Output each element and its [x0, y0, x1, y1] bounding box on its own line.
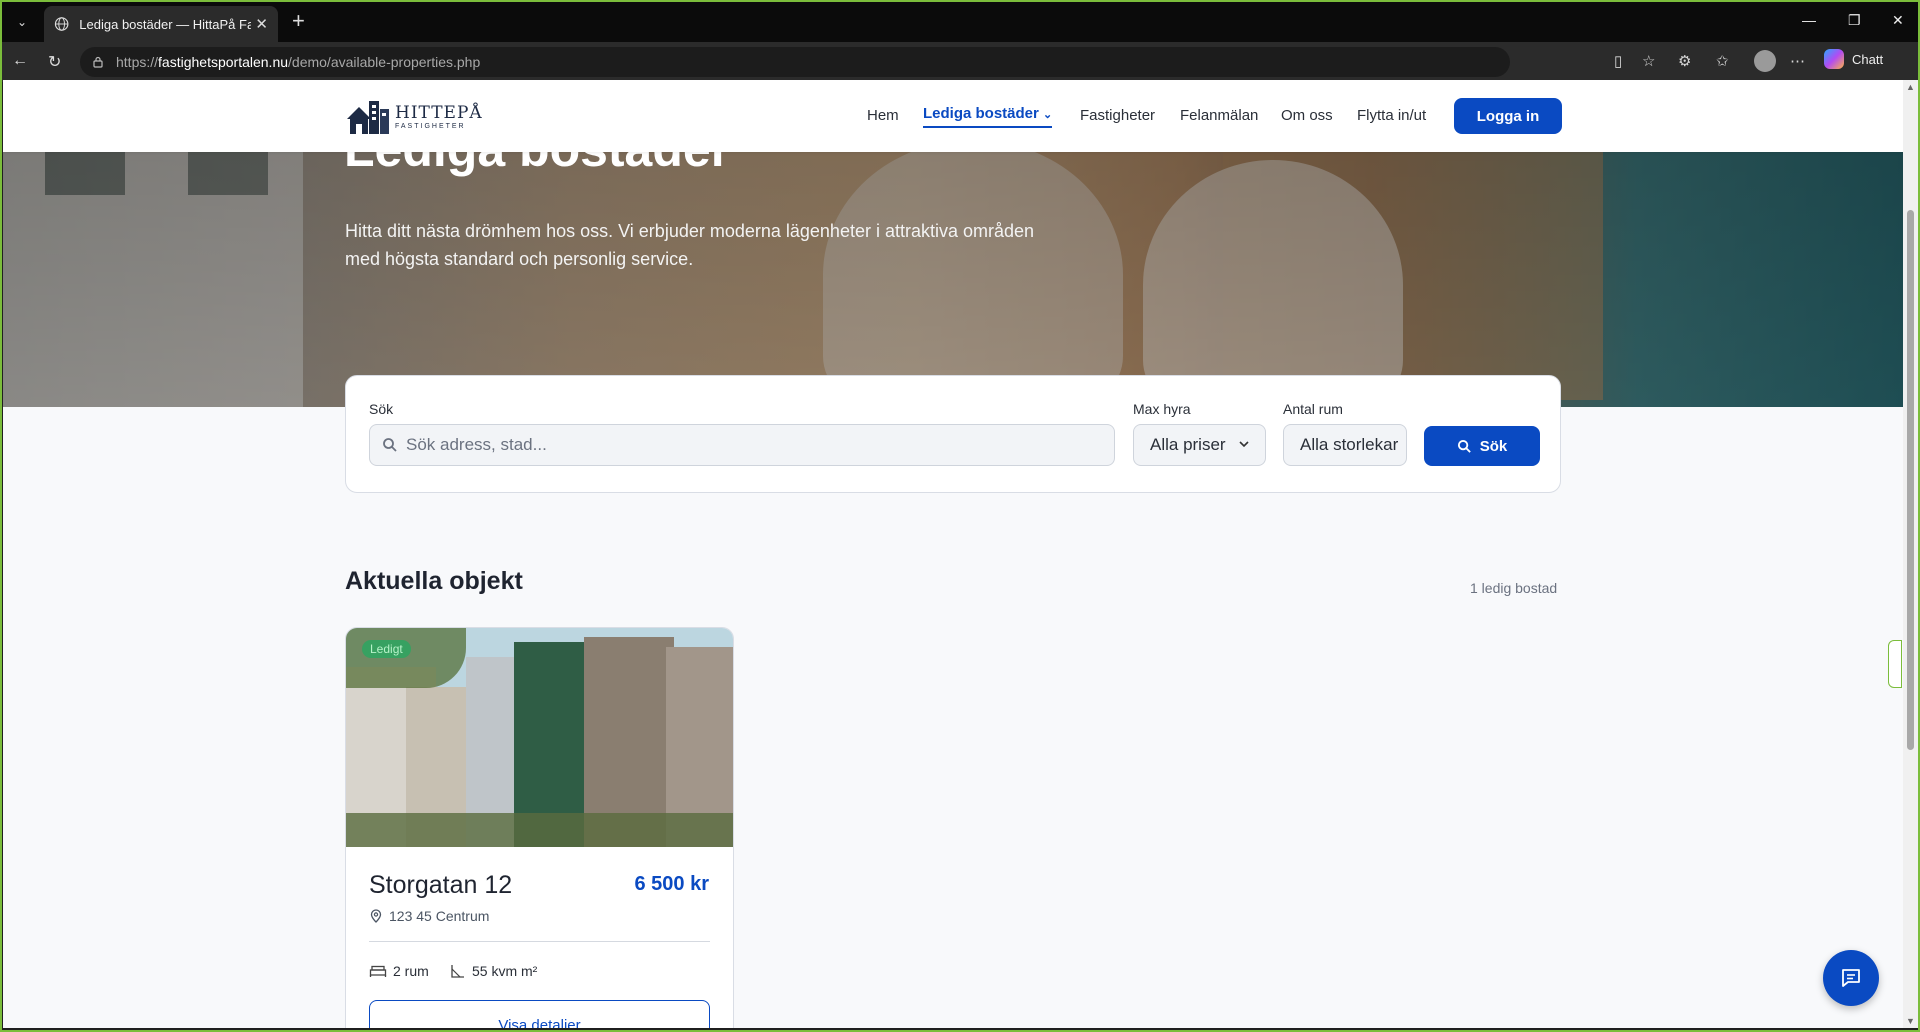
- chevron-down-icon: ⌄: [1043, 109, 1053, 121]
- view-details-button[interactable]: Visa detaljer: [369, 1000, 710, 1028]
- tab-list-chevron-icon[interactable]: ⌄: [10, 10, 34, 34]
- brand-name: HITTEPÅ: [395, 102, 483, 123]
- tab-bar: ⌄ Lediga bostäder — HittaPå Fastigheter …: [2, 2, 1918, 42]
- scroll-up-icon[interactable]: ▲: [1906, 82, 1915, 92]
- reading-view-icon[interactable]: ▯: [1614, 52, 1622, 70]
- browser-tab-active[interactable]: Lediga bostäder — HittaPå Fastigheter ✕: [44, 6, 278, 42]
- nav-move-in-out[interactable]: Flytta in/ut: [1357, 107, 1426, 124]
- property-area: 55 kvm m²: [450, 963, 537, 979]
- status-badge: Ledigt: [362, 640, 411, 658]
- page-viewport: Lediga bostäder Hitta ditt nästa drömhem…: [3, 80, 1903, 1028]
- nav-available-homes[interactable]: Lediga bostäder ⌄: [923, 105, 1053, 128]
- rooms-select[interactable]: Alla storlekar: [1283, 424, 1407, 466]
- window-close-icon[interactable]: ✕: [1892, 12, 1904, 29]
- brand-subtitle: FASTIGHETER: [395, 122, 466, 130]
- nav-properties[interactable]: Fastigheter: [1080, 107, 1155, 124]
- back-arrow-icon[interactable]: ←: [12, 52, 28, 70]
- search-label: Sök: [369, 401, 394, 417]
- site-header: HITTEPÅ FASTIGHETER Hem Lediga bostäder …: [3, 80, 1903, 152]
- extensions-icon[interactable]: ⚙: [1678, 52, 1691, 70]
- more-menu-icon[interactable]: ⋯: [1790, 52, 1805, 70]
- favorites-icon[interactable]: ✩: [1716, 52, 1729, 70]
- url-bar[interactable]: https://fastighetsportalen.nu/demo/avail…: [80, 47, 1510, 77]
- scroll-down-icon[interactable]: ▼: [1906, 1016, 1915, 1026]
- tab-close-icon[interactable]: ✕: [255, 15, 268, 33]
- nav-about-us[interactable]: Om oss: [1281, 107, 1333, 124]
- reload-icon[interactable]: ↻: [48, 52, 61, 72]
- address-toolbar: ← ↻ https://fastighetsportalen.nu/demo/a…: [2, 42, 1918, 82]
- property-address: 123 45 Centrum: [369, 908, 489, 924]
- copilot-icon: [1824, 49, 1844, 69]
- property-card[interactable]: Ledigt Storgatan 12 6 500 kr 123 45 Cent…: [345, 627, 734, 1028]
- restore-icon[interactable]: ❐: [1848, 12, 1861, 29]
- max-rent-select[interactable]: Alla priser: [1133, 424, 1266, 466]
- nav-fault-report[interactable]: Felanmälan: [1180, 107, 1258, 124]
- chat-bubble-icon: [1842, 969, 1860, 987]
- property-rooms-text: 2 rum: [393, 963, 429, 979]
- hero-subtitle: Hitta ditt nästa drömhem hos oss. Vi erb…: [345, 221, 1035, 269]
- max-rent-value: Alla priser: [1150, 435, 1226, 454]
- search-button[interactable]: Sök: [1424, 426, 1540, 466]
- chevron-down-icon: [1239, 441, 1249, 448]
- search-filter-card: Sök Sök adress, stad... Max hyra Alla pr…: [345, 375, 1561, 493]
- search-input[interactable]: Sök adress, stad...: [369, 424, 1115, 466]
- copilot-button[interactable]: Chatt: [1824, 49, 1883, 69]
- search-button-label: Sök: [1479, 437, 1508, 455]
- search-placeholder: Sök adress, stad...: [406, 435, 547, 454]
- favorite-star-icon[interactable]: ☆: [1642, 52, 1655, 70]
- sidebar-widget-tab[interactable]: [1888, 640, 1902, 688]
- nav-home[interactable]: Hem: [867, 107, 899, 124]
- property-area-text: 55 kvm m²: [472, 963, 538, 979]
- chat-button[interactable]: [1823, 950, 1879, 1006]
- location-pin-icon: [370, 909, 382, 923]
- ruler-area-icon: [451, 965, 464, 978]
- bed-icon: [369, 965, 387, 977]
- rooms-value: Alla storlekar: [1300, 435, 1399, 454]
- building-logo-icon: [347, 101, 389, 134]
- scrollbar-thumb[interactable]: [1907, 210, 1914, 750]
- card-divider: [369, 941, 710, 942]
- property-photo: Ledigt: [346, 628, 733, 847]
- copilot-label: Chatt: [1852, 51, 1884, 67]
- listing-count: 1 ledig bostad: [1470, 580, 1558, 596]
- property-title: Storgatan 12: [369, 871, 513, 899]
- section-title: Aktuella objekt: [345, 567, 523, 595]
- tab-title: Lediga bostäder — HittaPå Fastigheter: [79, 16, 251, 32]
- profile-avatar[interactable]: [1754, 50, 1776, 72]
- max-rent-label: Max hyra: [1133, 401, 1191, 417]
- property-rooms: 2 rum: [369, 963, 429, 979]
- brand-logo[interactable]: HITTEPÅ FASTIGHETER: [345, 97, 483, 135]
- url-text: https://fastighetsportalen.nu/demo/avail…: [116, 54, 481, 70]
- minimize-icon[interactable]: —: [1802, 12, 1816, 28]
- search-icon: [383, 438, 397, 452]
- property-price: 6 500 kr: [634, 873, 709, 895]
- page-scrollbar[interactable]: ▲ ▼: [1903, 80, 1918, 1028]
- property-address-text: 123 45 Centrum: [389, 908, 490, 924]
- globe-icon: [54, 17, 69, 31]
- search-icon: [1457, 439, 1471, 453]
- rooms-label: Antal rum: [1283, 401, 1343, 417]
- site-info-icon[interactable]: [92, 56, 104, 68]
- login-button[interactable]: Logga in: [1454, 98, 1562, 134]
- new-tab-plus-icon[interactable]: +: [292, 10, 305, 32]
